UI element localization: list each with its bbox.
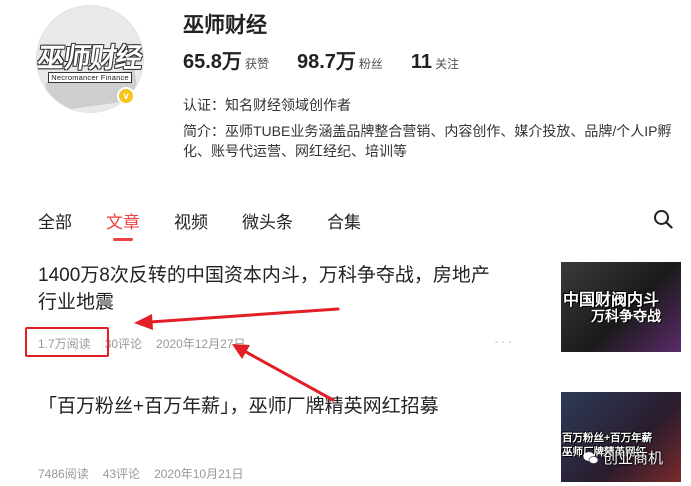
tab-label: 视频 xyxy=(174,213,208,232)
publish-date: 2020年10月21日 xyxy=(154,467,244,481)
stat-value: 65.8万 xyxy=(183,51,242,73)
search-icon[interactable] xyxy=(653,209,673,229)
stat-value: 11 xyxy=(410,51,433,73)
tab-all[interactable]: 全部 xyxy=(38,208,72,233)
article-meta: 7486阅读 43评论 2020年10月21日 xyxy=(38,465,257,482)
tab-label: 微头条 xyxy=(242,213,293,232)
article-title-line: 行业地震 xyxy=(38,292,115,313)
stat-likes[interactable]: 65.8万 获赞 xyxy=(183,45,269,74)
watermark: 创业商机 xyxy=(583,447,663,468)
stat-followers[interactable]: 98.7万 粉丝 xyxy=(297,45,383,74)
publish-date: 2020年12月27日 xyxy=(156,337,246,351)
verification-text: 认证：知名财经领域创作者 xyxy=(183,97,351,113)
stat-following[interactable]: 11 关注 xyxy=(411,51,459,74)
watermark-text: 创业商机 xyxy=(603,450,664,467)
comment-count[interactable]: 43评论 xyxy=(103,465,140,482)
stat-label: 获赞 xyxy=(244,57,269,71)
stat-value: 98.7万 xyxy=(296,51,356,73)
article-title-line: 1400万8次反转的中国资本内斗，万科争夺战，房地产 xyxy=(38,265,490,286)
tab-videos[interactable]: 视频 xyxy=(174,208,208,233)
article-thumbnail[interactable]: 中国财阀内斗 万科争夺战 xyxy=(561,262,681,352)
annotation-highlight-box xyxy=(25,327,109,357)
tab-label: 全部 xyxy=(38,213,72,232)
tab-micro-posts[interactable]: 微头条 xyxy=(242,208,293,233)
stat-label: 关注 xyxy=(435,57,460,71)
profile-name: 巫师财经 xyxy=(183,14,267,37)
article-title[interactable]: 「百万粉丝+百万年薪」，巫师厂牌精英网红招募 xyxy=(38,393,439,420)
tab-label: 合集 xyxy=(327,213,361,232)
profile-stats: 65.8万 获赞 98.7万 粉丝 11 关注 xyxy=(183,45,487,74)
active-tab-indicator xyxy=(113,238,133,241)
avatar-logo-text: 巫师财经 xyxy=(36,42,144,74)
read-count: 7486阅读 xyxy=(38,467,89,481)
verified-badge-icon: v xyxy=(117,87,135,105)
article-title[interactable]: 1400万8次反转的中国资本内斗，万科争夺战，房地产 行业地震 xyxy=(38,262,490,316)
wechat-icon xyxy=(583,451,599,464)
tab-collections[interactable]: 合集 xyxy=(327,208,361,233)
comment-count[interactable]: 30评论 xyxy=(105,335,142,352)
more-options-icon[interactable]: ··· xyxy=(494,333,514,349)
article-title-line: 「百万粉丝+百万年薪」，巫师厂牌精英网红招募 xyxy=(38,396,439,417)
thumbnail-caption: 万科争夺战 xyxy=(591,308,661,324)
article-thumbnail[interactable]: 百万粉丝+百万年薪 巫师厂牌精英网红 xyxy=(561,392,681,482)
profile-bio: 简介：巫师TUBE业务涵盖品牌整合营销、内容创作、媒介投放、品牌/个人IP孵化、… xyxy=(183,123,672,159)
tab-label: 文章 xyxy=(106,213,140,232)
content-tabs: 全部 文章 视频 微头条 合集 xyxy=(38,208,395,241)
tab-articles[interactable]: 文章 xyxy=(106,208,140,241)
thumbnail-caption: 百万粉丝+百万年薪 xyxy=(562,432,653,444)
stat-label: 粉丝 xyxy=(358,57,383,71)
annotation-arrow-to-date xyxy=(232,344,335,402)
